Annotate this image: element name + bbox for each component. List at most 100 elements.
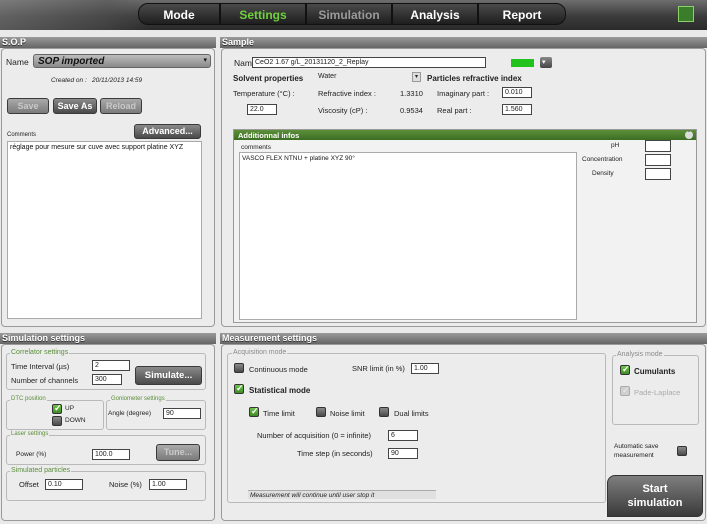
imaginary-part-input[interactable]: 0.010	[502, 87, 532, 98]
created-value: 20/11/2013 14:59	[92, 77, 143, 84]
cumulants-checkbox[interactable]	[620, 364, 630, 375]
refractive-index-value: 1.3310	[400, 89, 423, 98]
snr-limit-label: SNR limit (in %)	[352, 364, 405, 373]
correlator-label: Correlator settings	[10, 349, 70, 356]
comments-label: Comments	[7, 132, 37, 138]
solvent-value: Water	[318, 73, 337, 80]
reload-button[interactable]: Reload	[100, 98, 142, 114]
viscosity-label: Viscosity (cP) :	[318, 106, 368, 115]
sop-name-select[interactable]: SOP imported ▾	[33, 54, 211, 68]
concentration-input[interactable]	[645, 154, 671, 166]
measurement-settings-panel: Acquisition mode Continuous mode SNR lim…	[221, 344, 706, 521]
statistical-mode-checkbox[interactable]	[234, 383, 244, 394]
laser-label: Laser settings	[10, 431, 50, 437]
continuous-mode-checkbox[interactable]	[234, 363, 244, 373]
snr-limit-input[interactable]: 1.00	[411, 363, 439, 374]
time-interval-input[interactable]: 2	[92, 360, 130, 371]
sop-panel: Name SOP imported ▾ Created on : 20/11/2…	[1, 48, 215, 327]
up-label: UP	[65, 405, 75, 412]
start-simulation-button[interactable]: Start simulation	[607, 475, 703, 517]
time-limit-label: Time limit	[263, 409, 295, 418]
acquisition-group	[227, 353, 606, 503]
time-step-label: Time step (in seconds)	[297, 449, 373, 458]
acquisition-count-input[interactable]: 6	[388, 430, 418, 441]
channels-input[interactable]: 300	[92, 374, 122, 385]
angle-input[interactable]: 90	[163, 408, 201, 419]
tab-mode[interactable]: Mode	[138, 3, 220, 25]
save-as-button[interactable]: Save As	[53, 98, 97, 114]
additional-infos-title: Additionnal infos	[238, 131, 300, 140]
sop-name-value: SOP imported	[38, 56, 105, 67]
dtc-label: DTC position	[10, 396, 47, 402]
sop-comments-textarea[interactable]: réglage pour mesure sur cuve avec suppor…	[7, 141, 202, 319]
time-limit-checkbox[interactable]	[249, 406, 259, 417]
ph-label: pH	[611, 142, 620, 149]
density-input[interactable]	[645, 168, 671, 180]
dual-limits-checkbox[interactable]	[379, 407, 389, 417]
sample-color-swatch[interactable]	[511, 59, 534, 67]
autosave-checkbox[interactable]	[677, 446, 687, 456]
additional-infos-box: Additionnal infos ⌃ comments VASCO FLEX …	[233, 129, 697, 323]
noise-limit-checkbox[interactable]	[316, 407, 326, 417]
additional-infos-header: Additionnal infos ⌃	[234, 130, 696, 140]
status-bar: Measurement will continue until user sto…	[248, 490, 436, 499]
simulation-settings-panel: Correlator settings Time Interval (µs) 2…	[1, 344, 215, 521]
chevron-down-icon: ▾	[203, 57, 207, 64]
tab-simulation[interactable]: Simulation	[306, 3, 392, 25]
collapse-icon[interactable]: ⌃	[685, 131, 693, 139]
start-label-line1: Start	[642, 483, 668, 495]
dual-limits-label: Dual limits	[394, 409, 429, 418]
viscosity-value: 0.9534	[400, 106, 423, 115]
continuous-mode-label: Continuous mode	[249, 365, 308, 374]
refractive-index-label: Refractive index :	[318, 89, 376, 98]
autosave-label: Automatic save measurement	[614, 443, 659, 459]
concentration-label: Concentration	[582, 156, 623, 163]
start-label-line2: simulation	[627, 497, 683, 509]
pade-laplace-label: Pade-Laplace	[634, 388, 681, 397]
chevron-down-icon: ▾	[412, 72, 421, 82]
tab-settings[interactable]: Settings	[220, 3, 306, 25]
addl-comments-label: comments	[241, 144, 271, 151]
save-button[interactable]: Save	[7, 98, 49, 114]
up-checkbox[interactable]	[52, 403, 62, 414]
noise-limit-label: Noise limit	[330, 409, 365, 418]
solvent-properties-label: Solvent properties	[233, 74, 304, 83]
advanced-button[interactable]: Advanced...	[134, 124, 201, 139]
offset-input[interactable]: 0.10	[45, 479, 83, 490]
imaginary-part-label: Imaginary part :	[437, 89, 490, 98]
sample-panel-title: Sample	[220, 37, 707, 48]
goniometer-label: Goniometer settings	[110, 396, 166, 402]
tab-analysis[interactable]: Analysis	[392, 3, 478, 25]
window-toggle-icon[interactable]	[678, 6, 694, 22]
sop-panel-title: S.O.P	[0, 37, 216, 48]
tab-report[interactable]: Report	[478, 3, 566, 25]
angle-label: Angle (degree)	[108, 410, 151, 417]
analysis-mode-label: Analysis mode	[616, 351, 664, 358]
color-dropdown-button[interactable]: ▾	[540, 57, 552, 68]
ph-input[interactable]	[645, 140, 671, 152]
solvent-select[interactable]: Water ▾	[318, 72, 421, 83]
particles-refractive-label: Particles refractive index	[427, 74, 522, 83]
density-label: Density	[592, 170, 614, 177]
real-part-label: Real part :	[437, 106, 472, 115]
measurement-settings-title: Measurement settings	[220, 333, 707, 344]
acquisition-mode-label: Acquisition mode	[232, 349, 288, 356]
simulate-button[interactable]: Simulate...	[135, 366, 202, 385]
pade-laplace-checkbox[interactable]	[620, 385, 630, 396]
time-step-input[interactable]: 90	[388, 448, 418, 459]
real-part-input[interactable]: 1.560	[502, 104, 532, 115]
nav-bar-decoration	[0, 0, 150, 30]
noise-input[interactable]: 1.00	[149, 479, 187, 490]
time-interval-label: Time Interval (µs)	[11, 362, 70, 371]
channels-label: Number of channels	[11, 376, 79, 385]
simulation-settings-title: Simulation settings	[0, 333, 216, 344]
power-input[interactable]: 100.0	[92, 449, 130, 460]
tune-button[interactable]: Tune...	[156, 444, 200, 461]
temperature-input[interactable]: 22.0	[247, 104, 277, 115]
statistical-mode-label: Statistical mode	[249, 386, 311, 395]
addl-comments-textarea[interactable]: VASCO FLEX NTNU + platine XYZ 90°	[239, 152, 577, 320]
down-label: DOWN	[65, 417, 86, 424]
sample-name-input[interactable]: CeO2 1.67 g/L_20131120_2_Replay	[252, 57, 486, 68]
down-checkbox[interactable]	[52, 416, 62, 426]
status-text: Measurement will continue until user sto…	[250, 492, 375, 499]
